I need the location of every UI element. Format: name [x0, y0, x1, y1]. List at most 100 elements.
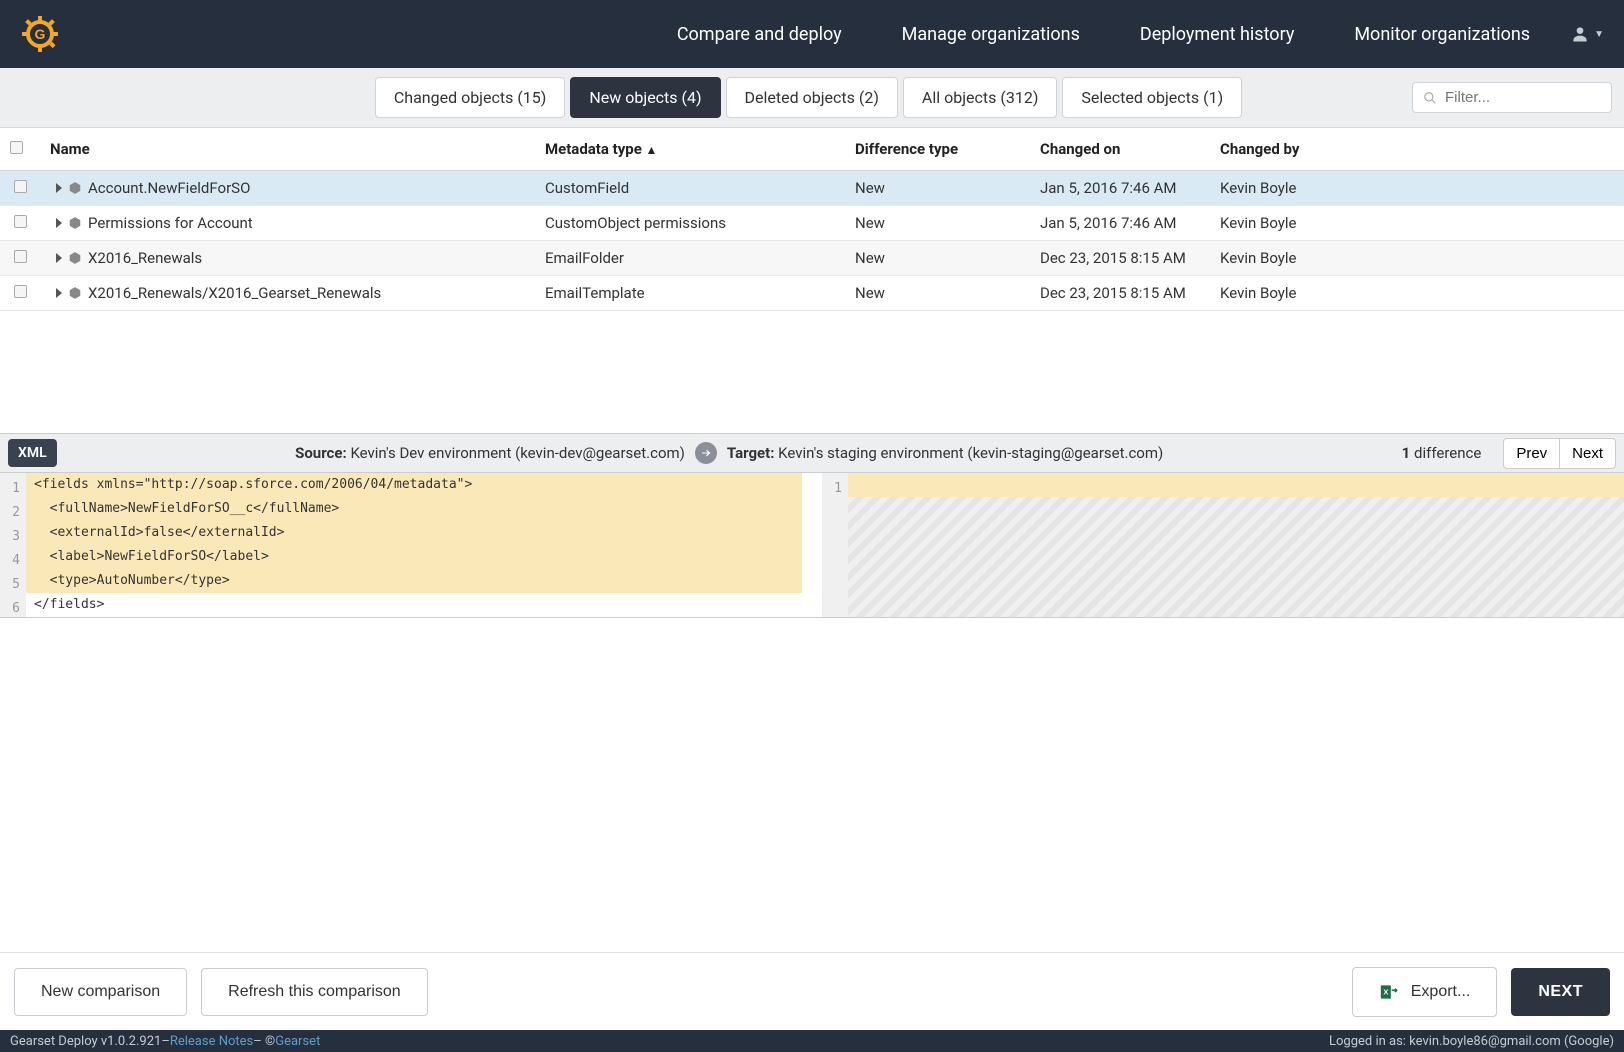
filter-box[interactable]	[1412, 82, 1612, 113]
export-label: Export...	[1411, 983, 1471, 1001]
search-icon	[1423, 90, 1437, 106]
cell-metatype: CustomObject permissions	[535, 206, 845, 241]
source-code: <fields xmlns="http://soap.sforce.com/20…	[26, 473, 802, 617]
cell-changed_on: Dec 23, 2015 8:15 AM	[1030, 241, 1210, 276]
source-value: Kevin's Dev environment (kevin-dev@gears…	[350, 444, 684, 462]
filter-input[interactable]	[1445, 89, 1601, 106]
tab-row: Changed objects (15)New objects (4)Delet…	[0, 68, 1624, 128]
tab-deleted-objects-2-[interactable]: Deleted objects (2)	[726, 77, 898, 118]
target-gutter: 1	[822, 473, 848, 617]
diff-count-number: 1	[1402, 444, 1411, 462]
diff-toolbar: XML Source: Kevin's Dev environment (kev…	[0, 433, 1624, 473]
cell-changed_by: Kevin Boyle	[1210, 241, 1624, 276]
cell-metatype: EmailFolder	[535, 241, 845, 276]
cell-changed_on: Jan 5, 2016 7:46 AM	[1030, 171, 1210, 206]
footer-sep: –	[161, 1034, 170, 1049]
target-empty-line	[848, 473, 1624, 497]
col-changed-on[interactable]: Changed on	[1030, 128, 1210, 171]
results-table: Name Metadata type ▲ Difference type Cha…	[0, 128, 1624, 433]
cell-difftype: New	[845, 241, 1030, 276]
tab-changed-objects-15-[interactable]: Changed objects (15)	[375, 77, 566, 118]
cell-difftype: New	[845, 206, 1030, 241]
col-name[interactable]: Name	[40, 128, 535, 171]
object-icon	[68, 286, 82, 300]
row-name-label: Permissions for Account	[88, 214, 253, 232]
col-changed-by[interactable]: Changed by	[1210, 128, 1624, 171]
user-icon	[1570, 24, 1590, 44]
row-name-label: Account.NewFieldForSO	[88, 179, 250, 197]
expand-caret-icon[interactable]	[56, 288, 62, 298]
svg-text:X: X	[1383, 987, 1388, 996]
cell-difftype: New	[845, 276, 1030, 311]
row-checkbox[interactable]	[14, 215, 27, 228]
xml-badge: XML	[8, 439, 57, 467]
row-checkbox[interactable]	[14, 250, 27, 263]
row-name-label: X2016_Renewals	[88, 249, 202, 267]
select-all-checkbox[interactable]	[10, 141, 23, 154]
top-nav: G Compare and deploy Manage organization…	[0, 0, 1624, 68]
new-comparison-button[interactable]: New comparison	[14, 968, 187, 1016]
object-icon	[68, 216, 82, 230]
target-pane: 1	[802, 473, 1624, 617]
cell-difftype: New	[845, 171, 1030, 206]
source-pane: 123456 <fields xmlns="http://soap.sforce…	[0, 473, 802, 617]
target-hatch-area	[848, 497, 1624, 617]
nav-manage-orgs[interactable]: Manage organizations	[902, 24, 1080, 45]
prev-diff-button[interactable]: Prev	[1503, 438, 1560, 469]
object-icon	[68, 251, 82, 265]
object-icon	[68, 181, 82, 195]
cell-changed_by: Kevin Boyle	[1210, 206, 1624, 241]
diff-count-word: difference	[1414, 444, 1481, 462]
tab-all-objects-312-[interactable]: All objects (312)	[903, 77, 1057, 118]
release-notes-link[interactable]: Release Notes	[170, 1034, 253, 1049]
logged-in-label: Logged in as:	[1329, 1034, 1409, 1049]
col-metadata-type[interactable]: Metadata type ▲	[535, 128, 845, 171]
cell-changed_on: Jan 5, 2016 7:46 AM	[1030, 206, 1210, 241]
source-gutter: 123456	[0, 473, 26, 617]
tab-new-objects-4-[interactable]: New objects (4)	[570, 77, 720, 118]
next-diff-button[interactable]: Next	[1559, 438, 1616, 469]
cell-changed_by: Kevin Boyle	[1210, 276, 1624, 311]
export-button[interactable]: X Export...	[1352, 967, 1498, 1017]
brand-link[interactable]: Gearset	[275, 1034, 320, 1049]
cell-changed_by: Kevin Boyle	[1210, 171, 1624, 206]
logged-in-user: kevin.boyle86@gmail.com (Google)	[1409, 1034, 1614, 1049]
action-bar: New comparison Refresh this comparison X…	[0, 952, 1624, 1030]
footer: Gearset Deploy v1.0.2.921 – Release Note…	[0, 1030, 1624, 1052]
table-row[interactable]: Account.NewFieldForSO CustomFieldNewJan 5…	[0, 171, 1624, 206]
nav-compare-deploy[interactable]: Compare and deploy	[677, 24, 842, 45]
table-row[interactable]: Permissions for Account CustomObject perm…	[0, 206, 1624, 241]
expand-caret-icon[interactable]	[56, 218, 62, 228]
row-name-label: X2016_Renewals/X2016_Gearset_Renewals	[88, 284, 381, 302]
col-difference-type[interactable]: Difference type	[845, 128, 1030, 171]
user-menu[interactable]: ▼	[1570, 24, 1604, 44]
cell-metatype: CustomField	[535, 171, 845, 206]
cell-changed_on: Dec 23, 2015 8:15 AM	[1030, 276, 1210, 311]
target-label: Target:	[727, 444, 775, 462]
app-logo: G	[20, 14, 60, 54]
table-row[interactable]: X2016_Renewals/X2016_Gearset_Renewals Ema…	[0, 276, 1624, 311]
footer-version: Gearset Deploy v1.0.2.921	[10, 1034, 161, 1049]
sort-asc-icon: ▲	[646, 143, 658, 157]
nav-deployment-history[interactable]: Deployment history	[1140, 24, 1294, 45]
tab-selected-objects-1-[interactable]: Selected objects (1)	[1062, 77, 1242, 118]
target-code	[848, 473, 1624, 617]
footer-sep2: – ©	[253, 1034, 275, 1049]
table-row[interactable]: X2016_Renewals EmailFolderNewDec 23, 2015…	[0, 241, 1624, 276]
expand-caret-icon[interactable]	[56, 253, 62, 263]
excel-icon: X	[1379, 982, 1401, 1002]
col-metadata-label: Metadata type	[545, 140, 642, 158]
svg-text:G: G	[35, 26, 46, 42]
row-checkbox[interactable]	[14, 285, 27, 298]
refresh-comparison-button[interactable]: Refresh this comparison	[201, 968, 428, 1016]
next-button[interactable]: NEXT	[1511, 968, 1610, 1016]
source-label: Source:	[295, 444, 347, 462]
arrow-right-icon	[695, 442, 717, 464]
nav-monitor-orgs[interactable]: Monitor organizations	[1354, 24, 1530, 45]
diff-panes: 123456 <fields xmlns="http://soap.sforce…	[0, 473, 1624, 618]
caret-down-icon: ▼	[1594, 29, 1604, 40]
expand-caret-icon[interactable]	[56, 183, 62, 193]
row-checkbox[interactable]	[14, 180, 27, 193]
cell-metatype: EmailTemplate	[535, 276, 845, 311]
target-value: Kevin's staging environment (kevin-stagi…	[778, 444, 1163, 462]
